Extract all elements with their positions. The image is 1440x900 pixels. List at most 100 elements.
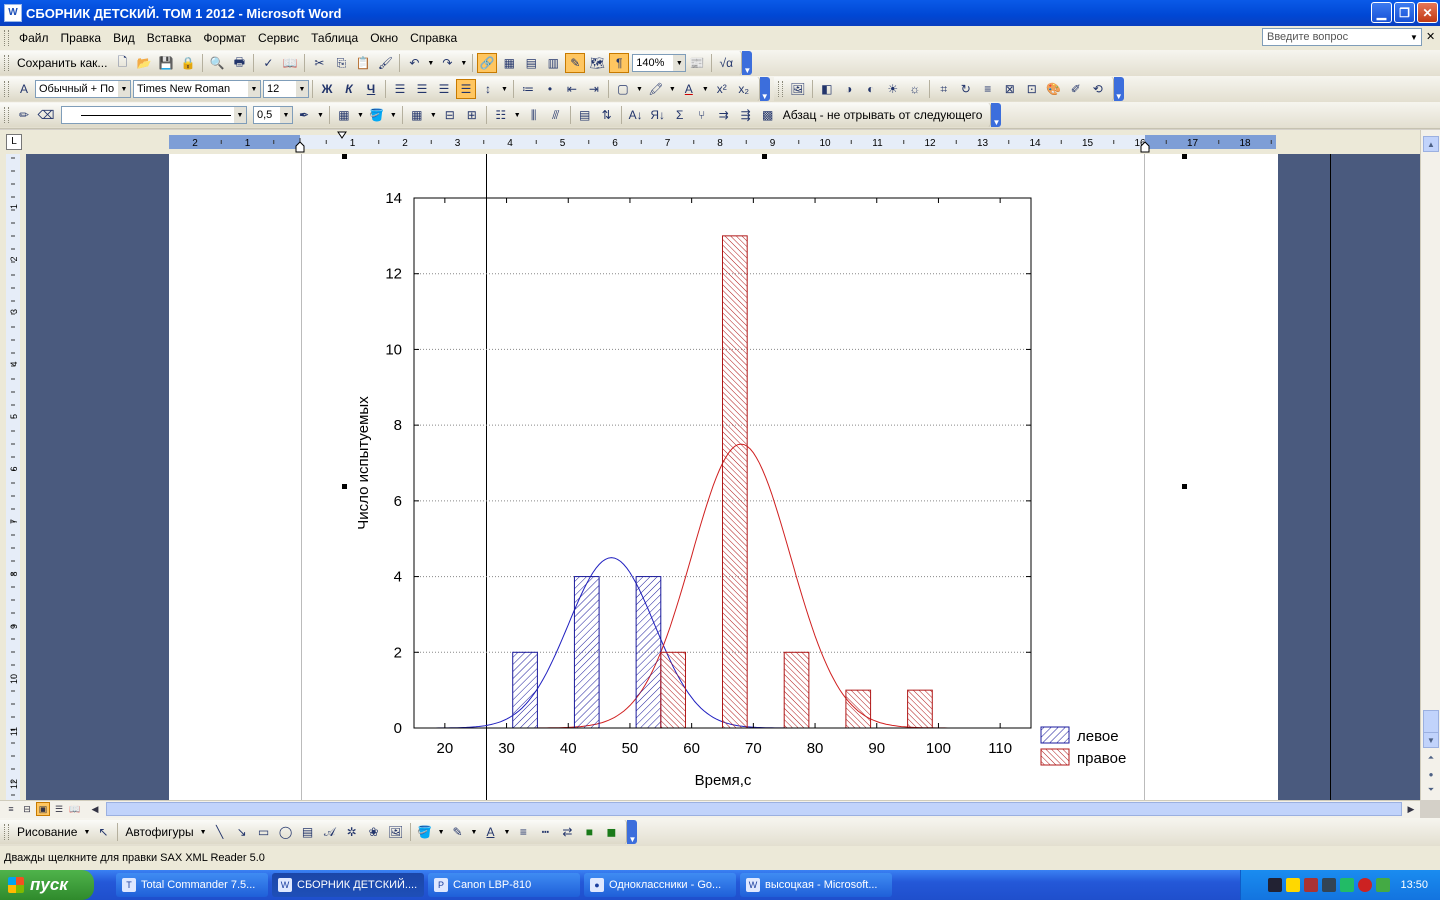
reading-view-icon[interactable]: 📖 <box>68 802 82 816</box>
chevron-down-icon[interactable]: ▼ <box>430 112 437 119</box>
format-picture-icon[interactable]: 🎨 <box>1044 79 1064 99</box>
menu-window[interactable]: Окно <box>364 31 404 45</box>
more-brightness-icon[interactable]: ☀ <box>883 79 903 99</box>
next-page-icon[interactable]: ⏷ <box>1423 782 1439 798</box>
styles-pane-icon[interactable]: A <box>14 79 34 99</box>
document-map-icon[interactable]: 🗺 <box>587 53 607 73</box>
rectangle-icon[interactable]: ▭ <box>254 822 274 842</box>
menu-file[interactable]: Файл <box>13 31 55 45</box>
toolbar-grip[interactable] <box>4 824 9 840</box>
task-word-vysotskaya[interactable]: W высоцкая - Microsoft... <box>740 873 892 897</box>
text-wrapping-icon[interactable]: ⊡ <box>1022 79 1042 99</box>
sort-descending-icon[interactable]: Я↓ <box>648 105 668 125</box>
line-weight-select[interactable]: 0,5 ▼ <box>253 106 293 124</box>
start-button[interactable]: пуск <box>0 870 94 900</box>
task-total-commander[interactable]: T Total Commander 7.5... <box>116 873 268 897</box>
chevron-down-icon[interactable]: ▼ <box>702 86 709 93</box>
toolbar-grip[interactable] <box>777 81 783 97</box>
task-odnoklassniki-browser[interactable]: ● Одноклассники - Go... <box>584 873 736 897</box>
line-color-icon[interactable]: ✎ <box>448 822 468 842</box>
set-transparent-icon[interactable]: ✐ <box>1066 79 1086 99</box>
decrease-indent-icon[interactable]: ⇤ <box>562 79 582 99</box>
color-icon[interactable]: ◧ <box>817 79 837 99</box>
font-size-select[interactable]: 12 ▼ <box>263 80 309 98</box>
menu-table[interactable]: Таблица <box>305 31 364 45</box>
opera-icon[interactable] <box>1358 878 1373 892</box>
line-spacing-icon[interactable]: ↕ <box>478 79 498 99</box>
previous-page-icon[interactable]: ⏶ <box>1423 750 1439 766</box>
underline-icon[interactable]: Ч <box>361 79 381 99</box>
save-icon[interactable]: 💾 <box>156 53 176 73</box>
select-objects-icon[interactable]: ↖ <box>93 822 113 842</box>
tray-app-icon[interactable] <box>1340 878 1355 892</box>
scroll-right-icon[interactable]: ▶ <box>1404 802 1418 816</box>
split-cells-icon[interactable]: ⊞ <box>462 105 482 125</box>
print-preview-icon[interactable]: 🔍 <box>207 53 227 73</box>
cut-icon[interactable]: ✂ <box>309 53 329 73</box>
autosum-icon[interactable]: Σ <box>670 105 690 125</box>
chevron-down-icon[interactable]: ▼ <box>317 112 324 119</box>
minimize-button[interactable]: ▁ <box>1371 2 1392 23</box>
spelling-icon[interactable]: ✓ <box>258 53 278 73</box>
oval-icon[interactable]: ◯ <box>276 822 296 842</box>
eraser-icon[interactable]: ⌫ <box>36 105 56 125</box>
numbering-icon[interactable]: ≔ <box>518 79 538 99</box>
distribute-columns-icon[interactable]: ⫻ <box>546 105 566 125</box>
chevron-down-icon[interactable]: ▼ <box>427 60 434 67</box>
align-center-icon[interactable]: ☰ <box>412 79 432 99</box>
toolbar-options-icon[interactable]: ▼ <box>759 77 770 101</box>
distribute-rows-icon[interactable]: ⫼ <box>524 105 544 125</box>
show-hide-icon[interactable]: ¶ <box>609 53 630 73</box>
increase-indent-icon[interactable]: ⇥ <box>584 79 604 99</box>
monitor-icon[interactable] <box>1322 878 1337 892</box>
diagram-icon[interactable]: ✲ <box>342 822 362 842</box>
wordart-icon[interactable]: 𝒜 <box>320 822 340 842</box>
less-contrast-icon[interactable]: ◐ <box>861 79 881 99</box>
align-right-icon[interactable]: ☰ <box>434 79 454 99</box>
dash-style-icon[interactable]: ┅ <box>535 822 555 842</box>
line-style-select[interactable]: ▼ <box>61 106 247 124</box>
subscript-icon[interactable]: x₂ <box>734 79 754 99</box>
bullets-icon[interactable]: • <box>540 79 560 99</box>
menu-tools[interactable]: Сервис <box>252 31 305 45</box>
normal-view-icon[interactable]: ≡ <box>4 802 18 816</box>
columns-icon[interactable]: ▥ <box>543 53 563 73</box>
chevron-down-icon[interactable]: ▼ <box>514 112 521 119</box>
superscript-icon[interactable]: x² <box>712 79 732 99</box>
notification-icon[interactable] <box>1286 878 1301 892</box>
arrow-style-icon[interactable]: ⇄ <box>557 822 577 842</box>
vertical-scroll-thumb[interactable] <box>1423 710 1439 734</box>
chevron-down-icon[interactable]: ▼ <box>390 112 397 119</box>
border-color-icon[interactable]: ✒ <box>294 105 314 125</box>
horizontal-ruler[interactable]: 2 1 1 2 3 4 5 6 7 8 9 10 11 12 13 14 15 16 17 18 <box>26 130 1420 154</box>
table-icon[interactable]: ▦ <box>499 53 519 73</box>
drawing-icon[interactable]: ✎ <box>565 53 586 73</box>
outside-border-icon[interactable]: ▦ <box>334 105 354 125</box>
bold-icon[interactable]: Ж <box>317 79 337 99</box>
copy-icon[interactable]: ⎘ <box>331 53 351 73</box>
undo-icon[interactable]: ↶ <box>404 53 424 73</box>
chevron-down-icon[interactable]: ▼ <box>636 86 643 93</box>
help-search-input[interactable]: Введите вопрос ▼ <box>1262 28 1422 46</box>
chevron-down-icon[interactable]: ▼ <box>280 107 292 123</box>
chevron-down-icon[interactable]: ▼ <box>438 829 445 836</box>
more-contrast-icon[interactable]: ◑ <box>839 79 859 99</box>
outline-view-icon[interactable]: ☰ <box>52 802 66 816</box>
vertical-scrollbar[interactable]: ▲ ▼ ⏶ ● ⏷ <box>1420 130 1440 800</box>
highlight-icon[interactable]: 🖍 <box>646 79 666 99</box>
chevron-down-icon[interactable]: ▼ <box>673 55 686 71</box>
insert-table-icon[interactable]: ▦ <box>407 105 427 125</box>
network-icon[interactable] <box>1268 878 1283 892</box>
redo-icon[interactable]: ↷ <box>437 53 457 73</box>
horizontal-scrollbar[interactable]: ≡ ⊟ ▣ ☰ 📖 ◀ ▶ <box>0 800 1420 818</box>
fill-color-icon[interactable]: 🪣 <box>415 822 435 842</box>
font-select[interactable]: Times New Roman ▼ <box>133 80 261 98</box>
chevron-down-icon[interactable]: ▼ <box>357 112 364 119</box>
draw-table-icon[interactable]: ✏ <box>14 105 34 125</box>
reset-picture-icon[interactable]: ⟲ <box>1088 79 1108 99</box>
tab-selector[interactable]: L <box>6 134 22 150</box>
read-icon[interactable]: 📰 <box>687 53 707 73</box>
menu-format[interactable]: Формат <box>197 31 252 45</box>
branch-icon[interactable]: ⑂ <box>692 105 712 125</box>
toolbar-options-icon[interactable]: ▼ <box>991 103 1002 127</box>
